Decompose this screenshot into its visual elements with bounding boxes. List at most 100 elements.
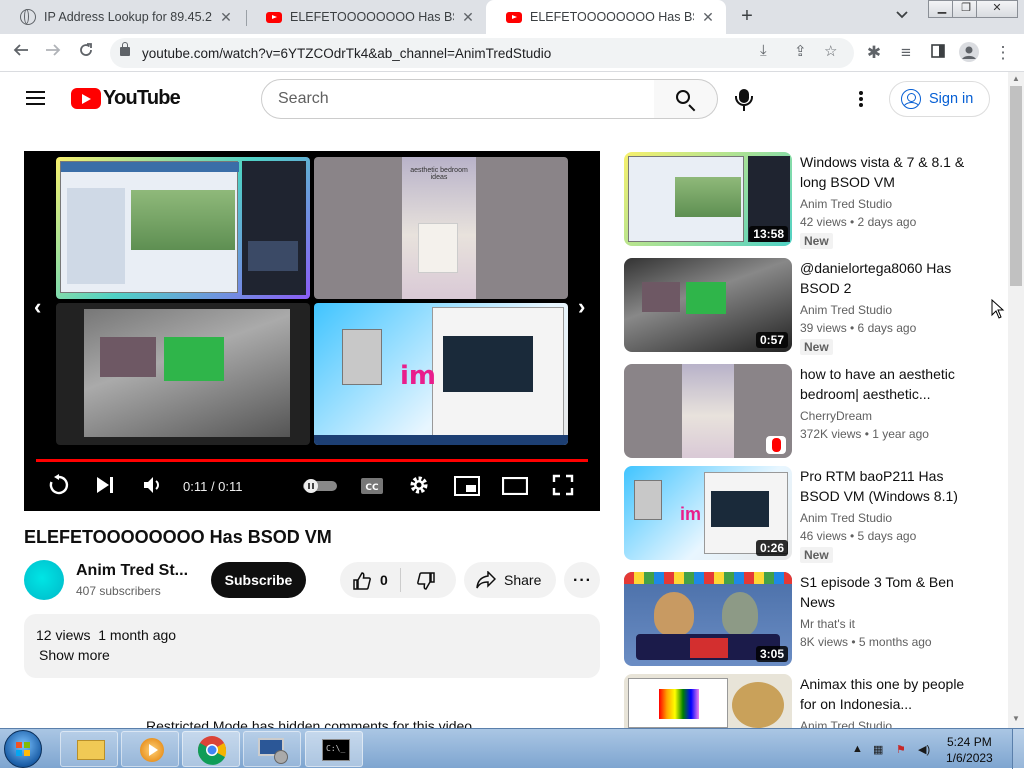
more-options-icon[interactable] — [859, 91, 863, 107]
network-tray-icon[interactable]: ▦ — [873, 743, 883, 756]
video-title[interactable]: @danielortega8060 Has BSOD 2 — [800, 258, 968, 298]
video-thumbnail[interactable] — [624, 364, 792, 458]
suggested-video[interactable]: Animax this one by people for on Indones… — [624, 674, 968, 728]
search-button[interactable] — [654, 79, 718, 119]
close-window-button[interactable]: ✕ — [976, 0, 1018, 18]
settings-gear-icon[interactable] — [408, 474, 430, 501]
side-panel-icon[interactable] — [927, 42, 949, 64]
tab-search-chevron-icon[interactable] — [896, 8, 908, 22]
chevron-left-icon[interactable]: ‹ — [34, 294, 41, 320]
video-thumbnail[interactable]: 13:58 — [624, 152, 792, 246]
channel-name[interactable]: Anim Tred Studio — [800, 511, 892, 525]
chrome-icon[interactable] — [182, 731, 240, 767]
tab-youtube-active[interactable]: ELEFETOOOOOOOO Has BSOD V ✕ — [486, 0, 726, 34]
sign-in-button[interactable]: Sign in — [889, 81, 990, 117]
close-icon[interactable]: ✕ — [700, 9, 716, 26]
channel-name[interactable]: Mr that's it — [800, 617, 855, 631]
browser-menu-icon[interactable]: ⋮ — [992, 42, 1014, 64]
replay-icon[interactable] — [48, 474, 70, 501]
profile-avatar-icon[interactable] — [958, 42, 980, 64]
scroll-up-icon[interactable]: ▲ — [1012, 74, 1020, 83]
show-hidden-icons-icon[interactable]: ▲ — [852, 743, 863, 755]
subscribe-button[interactable]: Subscribe — [211, 562, 306, 598]
theater-mode-icon[interactable] — [501, 476, 529, 500]
suggested-video[interactable]: im 0:26 Pro RTM baoP211 Has BSOD VM (Win… — [624, 466, 968, 563]
channel-name[interactable]: Anim Tred Studio — [800, 719, 892, 728]
back-arrow-icon[interactable] — [10, 42, 32, 64]
suggested-video[interactable]: how to have an aesthetic bedroom| aesthe… — [624, 364, 968, 458]
video-thumbnail[interactable]: im 0:26 — [624, 466, 792, 560]
video-title[interactable]: how to have an aesthetic bedroom| aesthe… — [800, 364, 968, 404]
scrollbar-thumb[interactable] — [1010, 86, 1022, 286]
hamburger-menu-icon[interactable] — [26, 91, 45, 105]
tab-ip-lookup[interactable]: IP Address Lookup for 89.45.224 ✕ — [0, 0, 244, 34]
thumbs-down-icon[interactable] — [416, 571, 436, 594]
channel-name[interactable]: Anim Tred St... — [76, 562, 188, 580]
install-icon[interactable]: ⤓ — [760, 42, 767, 59]
extensions-puzzle-icon[interactable]: ✱ — [863, 42, 885, 64]
taskbar-clock[interactable]: 5:24 PM 1/6/2023 — [946, 734, 993, 766]
video-title[interactable]: Animax this one by people for on Indones… — [800, 674, 968, 714]
address-bar[interactable]: youtube.com/watch?v=6YTZCOdrTk4&ab_chann… — [110, 38, 854, 68]
channel-name[interactable]: Anim Tred Studio — [800, 303, 892, 317]
close-icon[interactable]: ✕ — [460, 9, 476, 26]
show-more-link[interactable]: Show more — [39, 647, 110, 663]
more-actions-button[interactable]: ··· — [564, 562, 600, 598]
captions-icon[interactable]: CC — [360, 477, 384, 500]
autoplay-toggle[interactable] — [303, 479, 337, 498]
search-placeholder: Search — [278, 90, 329, 107]
volume-icon[interactable] — [142, 474, 164, 501]
action-center-icon[interactable]: ⚑ — [896, 743, 906, 756]
show-desktop-button[interactable] — [1012, 729, 1024, 769]
video-player[interactable]: aesthetic bedroom ideas im ‹ › 0:11 / 0:… — [24, 151, 600, 511]
forward-arrow-icon[interactable] — [42, 42, 64, 64]
description-box[interactable]: 12 views 1 month ago Show more — [24, 614, 600, 678]
clock-time: 5:24 PM — [947, 735, 992, 749]
search-input[interactable]: Search — [261, 79, 655, 119]
share-button[interactable]: Share — [464, 562, 556, 598]
next-video-icon[interactable] — [95, 474, 115, 501]
close-icon[interactable]: ✕ — [218, 9, 234, 26]
miniplayer-icon[interactable] — [454, 476, 480, 501]
endscreen-video-3[interactable]: im — [314, 303, 568, 445]
start-button[interactable] — [4, 730, 42, 768]
bookmark-star-icon[interactable]: ☆ — [824, 42, 837, 60]
youtube-logo-text[interactable]: YouTube — [103, 87, 181, 110]
tab-youtube-1[interactable]: ELEFETOOOOOOOO Has BSOD V ✕ — [246, 0, 486, 34]
microphone-icon[interactable] — [735, 89, 753, 111]
new-badge: New — [800, 233, 833, 249]
reload-icon[interactable] — [75, 42, 97, 64]
video-title[interactable]: Windows vista & 7 & 8.1 & long BSOD VM — [800, 152, 968, 192]
suggested-video[interactable]: 3:05 S1 episode 3 Tom & Ben News Mr that… — [624, 572, 968, 666]
channel-name[interactable]: CherryDream — [800, 409, 872, 423]
share-page-icon[interactable]: ⇪ — [794, 42, 807, 60]
channel-name[interactable]: Anim Tred Studio — [800, 197, 892, 211]
endscreen-card-bedroom[interactable]: aesthetic bedroom ideas — [314, 157, 568, 299]
shorts-icon — [766, 436, 786, 454]
page-scrollbar[interactable]: ▲ ▼ — [1008, 72, 1024, 728]
media-player-icon[interactable] — [121, 731, 179, 767]
suggested-video[interactable]: 13:58 Windows vista & 7 & 8.1 & long BSO… — [624, 152, 968, 249]
endscreen-video-2[interactable] — [56, 303, 310, 445]
youtube-logo-icon[interactable] — [71, 88, 101, 109]
new-tab-button[interactable]: + — [736, 6, 758, 28]
volume-tray-icon[interactable]: ◀) — [918, 743, 930, 756]
video-thumbnail[interactable]: 3:05 — [624, 572, 792, 666]
thumbs-up-icon[interactable] — [352, 571, 372, 594]
video-title[interactable]: Pro RTM baoP211 Has BSOD VM (Windows 8.1… — [800, 466, 968, 506]
progress-bar[interactable] — [36, 459, 588, 462]
scroll-down-icon[interactable]: ▼ — [1012, 714, 1020, 723]
media-queue-icon[interactable]: ≡ — [895, 42, 917, 64]
explorer-icon[interactable] — [60, 731, 118, 767]
share-arrow-icon — [476, 570, 497, 592]
video-title[interactable]: S1 episode 3 Tom & Ben News — [800, 572, 968, 612]
suggested-video[interactable]: 0:57 @danielortega8060 Has BSOD 2 Anim T… — [624, 258, 968, 355]
video-thumbnail[interactable]: 0:57 — [624, 258, 792, 352]
endscreen-video-1[interactable] — [56, 157, 310, 299]
fullscreen-icon[interactable] — [552, 474, 574, 501]
network-computer-icon[interactable] — [243, 731, 301, 767]
channel-avatar[interactable] — [24, 560, 64, 600]
cmd-icon[interactable]: C:\_ — [305, 731, 363, 767]
video-thumbnail[interactable] — [624, 674, 792, 728]
chevron-right-icon[interactable]: › — [578, 294, 585, 320]
